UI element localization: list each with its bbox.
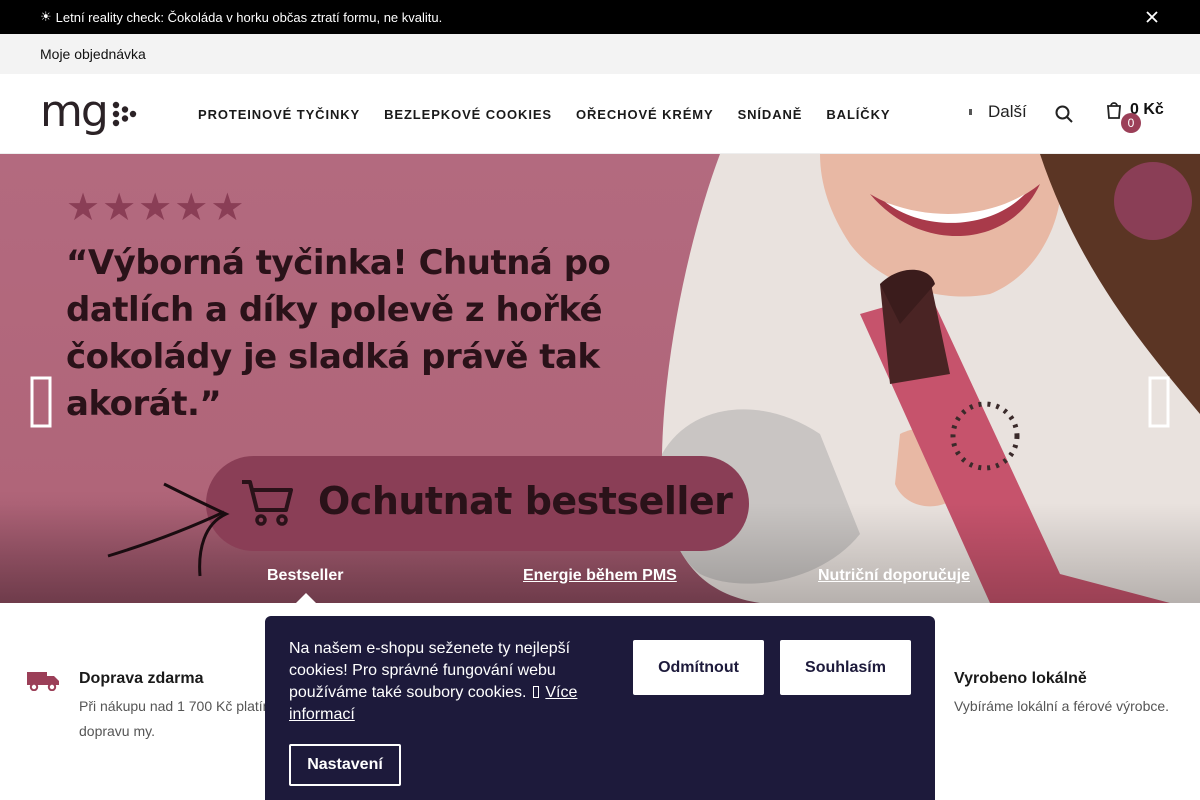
feature-made-locally: Vyrobeno lokálně Vybíráme lokální a féro… (954, 670, 1169, 719)
close-icon[interactable] (1144, 9, 1160, 25)
hero-badge-circle (1114, 162, 1192, 240)
active-tab-indicator (296, 593, 316, 603)
slider-tabs: Bestseller Energie během PMS Nutriční do… (0, 559, 1200, 603)
nav-item-bezlepkove-cookies[interactable]: BEZLEPKOVÉ COOKIES (384, 107, 552, 122)
cta-label: Ochutnat bestseller (318, 479, 733, 523)
site-header: mg PROTEINOVÉ TYČINKY BEZLEPKOVÉ COOKIES… (0, 74, 1200, 154)
more-label: Další (988, 102, 1027, 121)
star-icon: ★ (174, 187, 209, 229)
star-icon: ★ (66, 187, 101, 229)
hero-quote: “Výborná tyčinka! Chutná po datlích a dí… (66, 243, 611, 424)
feature-free-shipping: Doprava zdarma Při nákupu nad 1 700 Kč p… (79, 670, 274, 744)
star-icon: ★ (102, 187, 137, 229)
reject-button[interactable]: Odmítnout (633, 640, 764, 695)
slider-prev-arrow[interactable] (28, 374, 56, 430)
nav-item-orechove-kremy[interactable]: OŘECHOVÉ KRÉMY (576, 107, 714, 122)
rating-stars: ★ ★ ★ ★ ★ (66, 187, 245, 229)
cart-count-badge: 0 (1121, 113, 1141, 133)
sun-icon: ☀ (40, 9, 52, 24)
star-icon: ★ (210, 187, 245, 229)
feature-text: Při nákupu nad 1 700 Kč platím dopravu m… (79, 698, 275, 739)
hero-slider: ★ ★ ★ ★ ★ “Výborná tyčinka! Chutná po da… (0, 154, 1200, 603)
info-icon (532, 686, 539, 698)
cart-icon (1107, 102, 1121, 119)
accept-button[interactable]: Souhlasím (780, 640, 911, 695)
settings-button[interactable]: Nastavení (289, 744, 401, 786)
logo-text: mg (40, 86, 109, 137)
cart-icon (242, 480, 293, 526)
feature-title: Vyrobeno lokálně (954, 670, 1087, 687)
search-icon[interactable] (1054, 104, 1074, 124)
feature-title: Doprava zdarma (79, 670, 204, 687)
cookie-banner: Na našem e-shopu seženete ty nejlepší co… (265, 616, 935, 800)
tab-energie-behem-pms[interactable]: Energie během PMS (523, 567, 677, 585)
more-menu[interactable]: Další (968, 102, 1027, 122)
announcement-bar: ☀ Letní reality check: Čokoláda v horku … (0, 0, 1200, 34)
nav-item-balicky[interactable]: BALÍČKY (826, 107, 890, 122)
main-nav: PROTEINOVÉ TYČINKY BEZLEPKOVÉ COOKIES OŘ… (198, 74, 890, 154)
star-icon: ★ (138, 187, 173, 229)
feature-text: Vybíráme lokální a férové výrobce. (954, 698, 1170, 714)
cookie-text: Na našem e-shopu seženete ty nejlepší co… (289, 640, 578, 723)
slider-next-arrow[interactable] (1146, 374, 1174, 430)
menu-dots-icon (969, 109, 972, 115)
truck-icon (27, 672, 59, 691)
announcement-text: Letní reality check: Čokoláda v horku ob… (55, 9, 443, 25)
my-order-link[interactable]: Moje objednávka (40, 46, 146, 62)
cart-button[interactable]: 0 Kč 0 (1104, 98, 1184, 138)
utility-bar: Moje objednávka (0, 34, 1200, 74)
nav-item-snidane[interactable]: SNÍDANĚ (738, 107, 803, 122)
nav-item-proteinove-tycinky[interactable]: PROTEINOVÉ TYČINKY (198, 107, 360, 122)
logo-dots-icon (112, 101, 136, 127)
logo[interactable]: mg (40, 86, 137, 137)
tab-nutricni-doporucuje[interactable]: Nutriční doporučuje (818, 567, 970, 585)
tab-bestseller[interactable]: Bestseller (267, 567, 344, 585)
